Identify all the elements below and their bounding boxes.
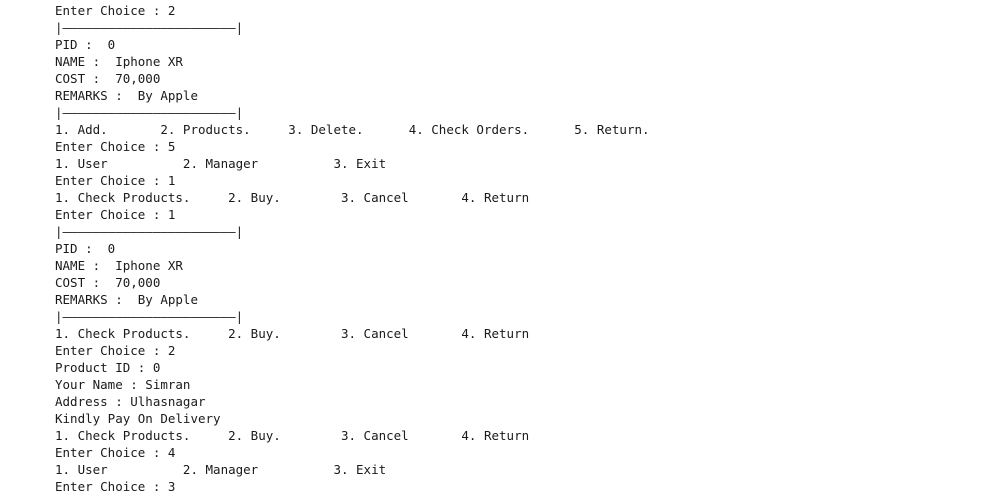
console-line: NAME : Iphone XR [55, 258, 183, 273]
console-line: Enter Choice : 1 [55, 173, 176, 188]
console-menu: 1. Check Products. 2. Buy. 3. Cancel 4. … [55, 428, 530, 443]
console-divider: |———————————————————————| [55, 224, 244, 239]
console-divider: |———————————————————————| [55, 105, 244, 120]
console-line: Address : Ulhasnagar [55, 394, 206, 409]
console-line: Enter Choice : 2 [55, 343, 176, 358]
console-line: PID : 0 [55, 37, 116, 52]
console-line: PID : 0 [55, 241, 116, 256]
console-menu: 1. User 2. Manager 3. Exit [55, 156, 387, 171]
console-divider: |———————————————————————| [55, 309, 244, 324]
console-line: Enter Choice : 3 [55, 479, 176, 494]
console-line: Enter Choice : 4 [55, 445, 176, 460]
console-line: Enter Choice : 1 [55, 207, 176, 222]
console-menu: 1. User 2. Manager 3. Exit [55, 462, 387, 477]
console-menu: 1. Add. 2. Products. 3. Delete. 4. Check… [55, 122, 650, 137]
console-line: REMARKS : By Apple [55, 88, 198, 103]
console-menu: 1. Check Products. 2. Buy. 3. Cancel 4. … [55, 190, 530, 205]
console-line: REMARKS : By Apple [55, 292, 198, 307]
console-divider: |———————————————————————| [55, 20, 244, 35]
console-line: COST : 70,000 [55, 71, 161, 86]
console-output: Enter Choice : 2 |——————————————————————… [55, 2, 955, 495]
console-line: NAME : Iphone XR [55, 54, 183, 69]
console-line: Product ID : 0 [55, 360, 161, 375]
console-menu: 1. Check Products. 2. Buy. 3. Cancel 4. … [55, 326, 530, 341]
console-line: Your Name : Simran [55, 377, 191, 392]
console-line: Enter Choice : 2 [55, 3, 176, 18]
console-line: Enter Choice : 5 [55, 139, 176, 154]
console-line: COST : 70,000 [55, 275, 161, 290]
console-line: Kindly Pay On Delivery [55, 411, 221, 426]
